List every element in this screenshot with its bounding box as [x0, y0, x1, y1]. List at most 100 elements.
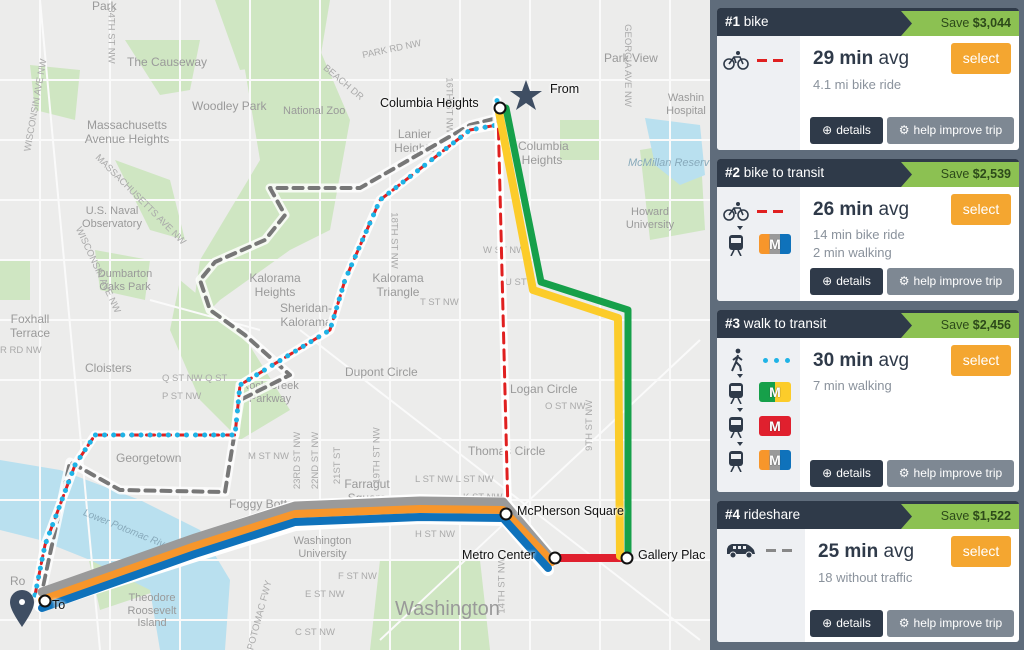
select-button[interactable]: select	[951, 345, 1011, 376]
street-label: K ST NW	[463, 492, 503, 503]
street-label: R RD NW	[0, 345, 42, 356]
details-button[interactable]: ⊕ details	[810, 268, 883, 295]
train-icon	[729, 417, 743, 438]
arrow-down-icon	[737, 374, 743, 378]
street-label: H ST NW	[415, 529, 455, 540]
details-button[interactable]: ⊕ details	[810, 117, 883, 144]
bike-line-legend	[757, 209, 783, 213]
train-icon	[729, 235, 743, 256]
trip-detail: 2 min walking	[813, 245, 892, 260]
train-icon	[729, 383, 743, 404]
help-improve-trip-button[interactable]: ⚙ help improve trip	[887, 117, 1014, 144]
savings-badge: Save $2,539	[901, 162, 1019, 187]
street-label: O ST NW	[545, 401, 586, 412]
street-label: C ST NW	[295, 627, 335, 638]
map-label: The Causeway	[127, 55, 208, 69]
select-button[interactable]: select	[951, 194, 1011, 225]
map-label: Washington University	[293, 535, 352, 560]
street-label: 9TH ST NW	[584, 399, 596, 451]
street-label: 21ST ST	[332, 446, 344, 485]
map-label: Kalorama Triangle	[372, 271, 424, 299]
trip-detail: 18 without traffic	[818, 570, 913, 585]
bike-line-legend	[757, 58, 783, 62]
station-label: Metro Center	[462, 548, 535, 562]
to-label: To	[52, 598, 66, 612]
map-label: Sheridan-Kalorama	[279, 301, 333, 329]
street-label: 19TH ST NW	[371, 427, 383, 484]
station-label: Columbia Heights	[380, 96, 479, 110]
mode-icons	[717, 529, 805, 642]
help-improve-trip-button[interactable]: ⚙ help improve trip	[887, 268, 1014, 295]
street-label: W ST NW	[483, 245, 526, 256]
street-label: 34TH ST NW	[105, 7, 117, 64]
trip-results-panel: #1 bike Save $3,044 29 min avg 4.1 mi bi…	[710, 0, 1024, 650]
street-label: E ST NW	[305, 589, 345, 600]
select-button[interactable]: select	[951, 43, 1011, 74]
trip-duration: 26 min avg	[813, 199, 910, 220]
map-label: Dupont Circle	[345, 365, 418, 379]
map-label: Foggy Bottom	[229, 497, 304, 511]
trip-duration: 29 min avg	[813, 48, 910, 69]
map-label: Ro	[10, 574, 26, 588]
map-label: Farragut Square	[344, 477, 390, 505]
map-label: Kalorama Heights	[249, 271, 301, 299]
trip-header: #4 rideshare Save $1,522	[717, 501, 1019, 529]
trip-detail: 7 min walking	[813, 378, 892, 393]
arrow-down-icon	[737, 408, 743, 412]
bike-icon	[723, 51, 749, 70]
from-label: From	[550, 82, 580, 96]
gear-icon: ⚙	[898, 123, 910, 138]
map-label: Logan Circle	[510, 382, 578, 396]
map-label: Theodore Roosevelt Island	[127, 592, 177, 630]
map-label: Rock Creek Parkway	[241, 380, 299, 405]
street-label: 22ND ST NW	[310, 431, 322, 490]
gear-icon: ⚙	[898, 616, 910, 631]
trip-duration: 25 min avg	[818, 541, 915, 562]
help-improve-trip-button[interactable]: ⚙ help improve trip	[887, 610, 1014, 637]
plus-circle-icon: ⊕	[822, 123, 833, 138]
map-label: Cloisters	[85, 361, 132, 375]
gear-icon: ⚙	[898, 274, 910, 289]
select-button[interactable]: select	[951, 536, 1011, 567]
map-label: Thomas Circle	[468, 444, 546, 458]
street-label: U ST	[505, 277, 527, 288]
street-label: M ST NW	[248, 451, 289, 462]
map-label: Columbia Heights	[518, 139, 569, 167]
bike-icon	[723, 202, 749, 221]
savings-badge: Save $3,044	[901, 11, 1019, 36]
mode-icons	[717, 36, 800, 150]
savings-badge: Save $2,456	[901, 313, 1019, 338]
details-button[interactable]: ⊕ details	[810, 460, 883, 487]
map[interactable]: Park The Causeway Woodley Park National …	[0, 0, 710, 650]
plus-circle-icon: ⊕	[822, 466, 833, 481]
station-label: Gallery Plac	[638, 548, 706, 562]
map-label: Woodley Park	[192, 99, 267, 113]
street-label: 23RD ST NW	[292, 431, 304, 490]
street-label: GEORGIA AVE NW	[621, 24, 633, 107]
street-label: P ST NW	[162, 391, 202, 402]
rideshare-line-legend	[766, 548, 792, 552]
map-label: Lanier Heights	[394, 127, 435, 155]
plus-circle-icon: ⊕	[822, 616, 833, 631]
street-label: 18TH ST NW	[388, 212, 400, 269]
savings-badge: Save $1,522	[901, 504, 1019, 529]
map-label: National Zoo	[283, 105, 346, 117]
mode-icons: M M M	[717, 338, 800, 492]
gear-icon: ⚙	[898, 466, 910, 481]
train-icon	[729, 451, 743, 472]
map-label: Georgetown	[116, 451, 182, 465]
street-label: L ST NW L ST NW	[415, 474, 494, 485]
details-button[interactable]: ⊕ details	[810, 610, 883, 637]
metro-badge-green-yellow: M	[759, 382, 791, 402]
trip-card-bike: #1 bike Save $3,044 29 min avg 4.1 mi bi…	[717, 8, 1019, 150]
arrow-down-icon	[737, 226, 743, 230]
trip-header: #2 bike to transit Save $2,539	[717, 159, 1019, 187]
trip-duration: 30 min avg	[813, 350, 910, 371]
station-label: McPherson Square	[517, 504, 625, 518]
map-label: Massachusetts Avenue Heights	[84, 118, 170, 146]
trip-detail: 4.1 mi bike ride	[813, 77, 902, 92]
help-improve-trip-button[interactable]: ⚙ help improve trip	[887, 460, 1014, 487]
car-icon	[727, 544, 755, 559]
street-label: Q ST NW Q ST	[162, 373, 228, 384]
trip-card-bike-to-transit: #2 bike to transit Save $2,539 M 26 min …	[717, 159, 1019, 301]
